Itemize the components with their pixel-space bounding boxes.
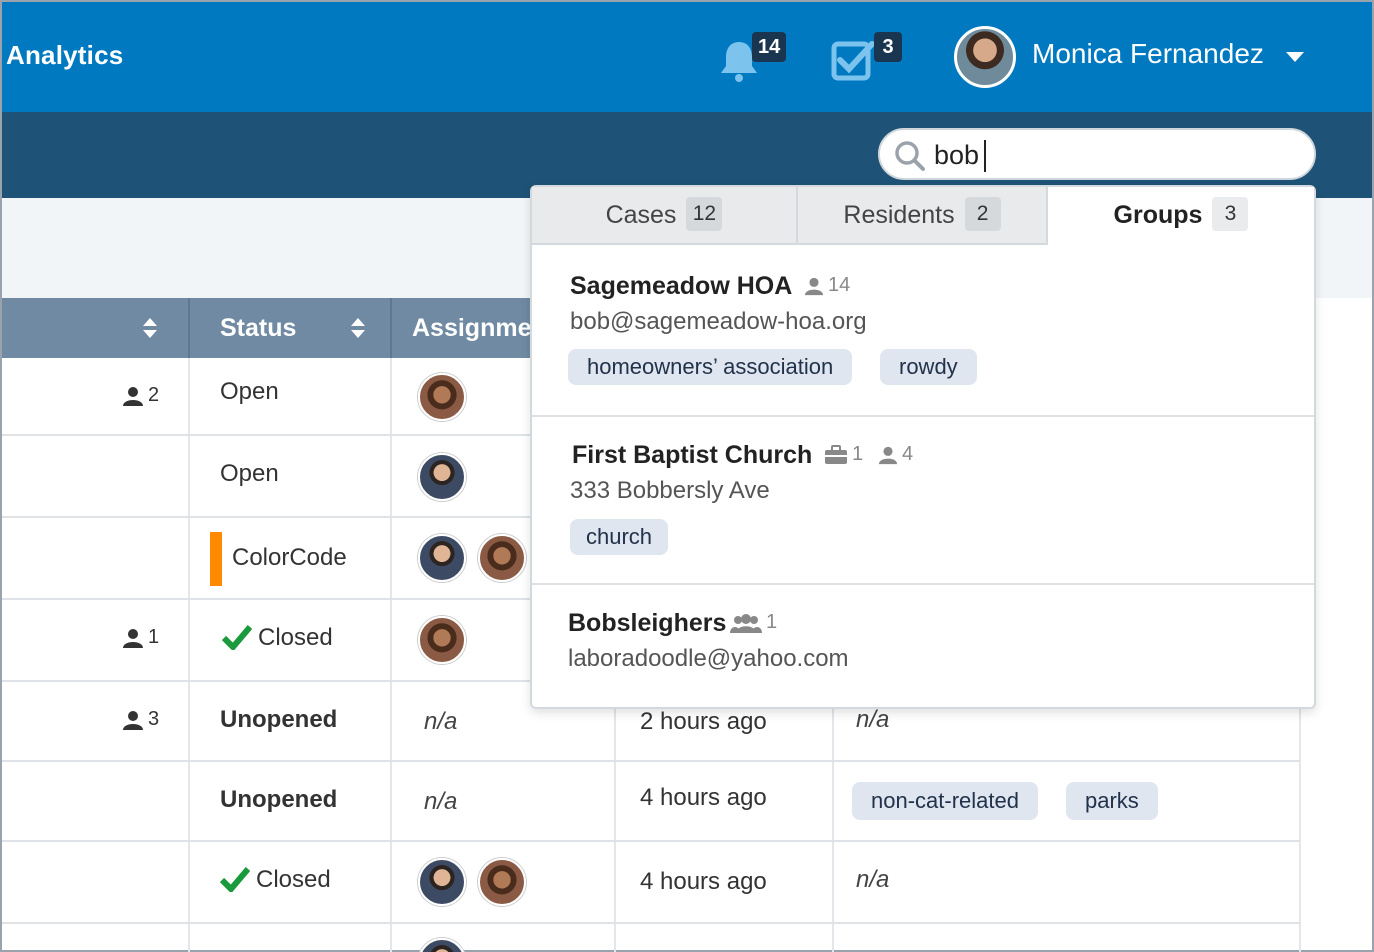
tasks-count-badge: 3: [874, 32, 902, 62]
user-name: Monica Fernandez: [1032, 38, 1264, 69]
updated-time: 4 hours ago: [640, 784, 767, 811]
assignee-avatar[interactable]: [418, 534, 466, 582]
search-result-item[interactable]: First Baptist Church 1 4 333 Bobbersly A…: [532, 417, 1314, 583]
assignee-avatar[interactable]: [418, 453, 466, 501]
notifications-count-badge: 14: [752, 32, 787, 62]
member-count: 4: [878, 443, 913, 466]
tag[interactable]: homeowners’ association: [568, 349, 853, 385]
updated-time: 4 hours ago: [640, 868, 767, 895]
people-count: 2: [122, 384, 159, 407]
tags-na: n/a: [856, 866, 890, 893]
result-name: Sagemeadow HOA: [570, 272, 793, 300]
tags-na: n/a: [856, 706, 890, 733]
user-avatar: [954, 26, 1016, 88]
app-title[interactable]: Analytics: [6, 40, 123, 71]
color-code-marker: [210, 532, 222, 586]
people-count: 1: [122, 626, 159, 649]
checkbox-icon: [831, 41, 875, 81]
group-count: 1: [730, 611, 777, 634]
tag[interactable]: church: [570, 519, 669, 555]
person-icon: [123, 386, 143, 406]
column-header-status[interactable]: Status: [220, 298, 296, 358]
result-email: bob@sagemeadow-hoa.org: [570, 308, 867, 335]
result-email: laboradoodle@yahoo.com: [568, 645, 849, 672]
assignment-na: n/a: [424, 708, 458, 735]
tasks-button[interactable]: 3: [830, 32, 902, 92]
assignment-na: n/a: [424, 788, 458, 815]
assignee-avatar[interactable]: [478, 858, 526, 906]
table-row[interactable]: Closed 4 hours ago n/a: [2, 842, 1300, 924]
status-text: Open: [220, 378, 279, 405]
tab-groups[interactable]: Groups 3: [1048, 187, 1314, 245]
person-icon: [878, 446, 898, 464]
column-divider: [390, 298, 392, 358]
status-text: Closed: [258, 624, 333, 651]
checkmark-icon: [220, 867, 250, 892]
tag[interactable]: rowdy: [880, 349, 977, 385]
assignee-avatar[interactable]: [418, 858, 466, 906]
updated-time: 2 hours ago: [640, 708, 767, 735]
tab-count-badge: 2: [964, 197, 1001, 232]
person-icon: [123, 710, 143, 730]
person-icon: [804, 277, 824, 295]
sort-icon[interactable]: [348, 316, 368, 340]
assignee-avatar[interactable]: [418, 616, 466, 664]
tag[interactable]: non-cat-related: [852, 782, 1038, 820]
result-address: 333 Bobbersly Ave: [570, 477, 770, 504]
search-results-dropdown: Cases 12 Residents 2 Groups 3 Sagemeadow HO…: [530, 185, 1316, 709]
assignee-avatar[interactable]: [478, 534, 526, 582]
table-row[interactable]: Unopened n/a 4 hours ago non-cat-related…: [2, 762, 1300, 842]
result-name: First Baptist Church: [572, 441, 813, 469]
checkmark-icon: [222, 625, 252, 650]
search-box[interactable]: [878, 128, 1316, 180]
tab-residents[interactable]: Residents 2: [798, 187, 1048, 245]
member-count: 14: [804, 274, 850, 297]
tag[interactable]: parks: [1066, 782, 1158, 820]
person-icon: [123, 628, 143, 648]
tab-count-badge: 12: [686, 197, 723, 232]
top-bar: Analytics 14 3 Monica Fernandez: [2, 2, 1372, 112]
column-divider: [188, 298, 190, 358]
assignee-avatar[interactable]: [418, 373, 466, 421]
tab-cases[interactable]: Cases 12: [532, 187, 798, 245]
assignee-avatar[interactable]: [418, 938, 466, 952]
case-count: 1: [824, 443, 863, 466]
status-text: Open: [220, 460, 279, 487]
table-row[interactable]: [2, 924, 1300, 952]
briefcase-icon: [825, 444, 847, 464]
search-input[interactable]: [934, 138, 1294, 172]
search-icon: [895, 141, 925, 171]
sort-icon[interactable]: [140, 316, 160, 340]
status-text: ColorCode: [232, 544, 347, 571]
search-result-item[interactable]: Bobsleighers 1 laboradoodle@yahoo.com: [532, 585, 1314, 707]
status-text: Closed: [256, 866, 331, 893]
chevron-down-icon: [1286, 52, 1304, 62]
group-icon: [730, 613, 762, 633]
user-menu[interactable]: Monica Fernandez: [954, 26, 1314, 88]
people-count: 3: [122, 708, 159, 731]
status-text: Unopened: [220, 786, 338, 813]
status-text: Unopened: [220, 706, 338, 733]
result-tabs: Cases 12 Residents 2 Groups 3: [532, 187, 1314, 245]
tab-count-badge: 3: [1212, 197, 1249, 232]
search-result-item[interactable]: Sagemeadow HOA 14 bob@sagemeadow-hoa.org…: [532, 247, 1314, 415]
result-name: Bobsleighers: [568, 609, 727, 637]
text-cursor: [984, 140, 986, 172]
notifications-button[interactable]: 14: [718, 32, 788, 92]
